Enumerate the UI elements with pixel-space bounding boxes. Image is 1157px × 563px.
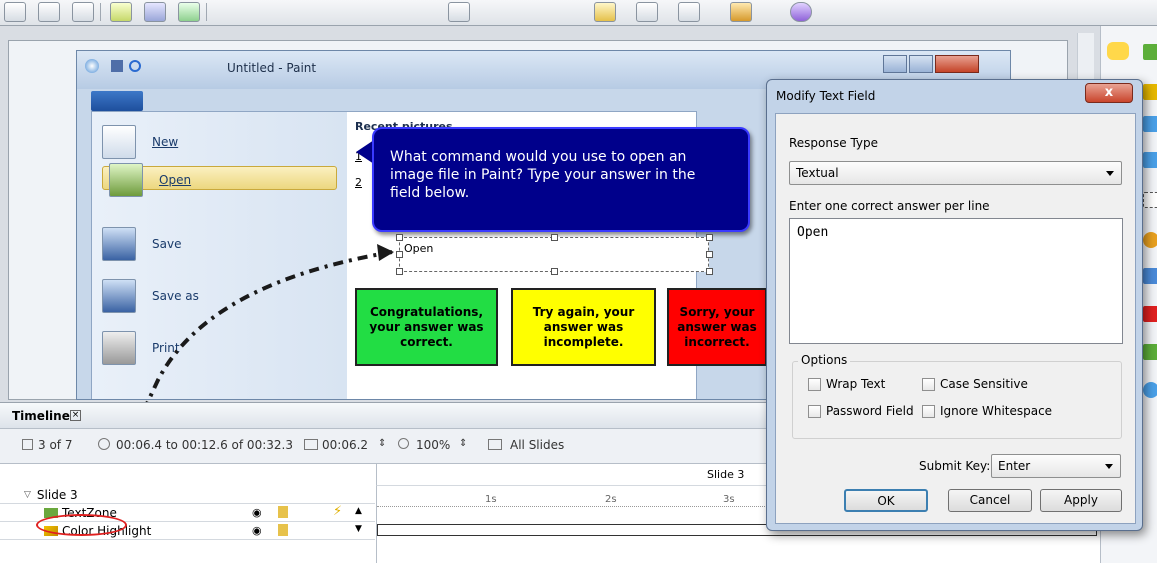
all-slides-toggle[interactable]: All Slides <box>510 438 564 452</box>
all-slides-icon <box>488 439 502 450</box>
modify-text-field-dialog: Modify Text Field x Response Type Textua… <box>766 79 1143 531</box>
slide-group-label: Slide 3 <box>36 487 78 502</box>
submit-key-label: Submit Key: <box>919 459 991 473</box>
eye-icon[interactable]: ◉ <box>252 524 262 537</box>
slide-lane-label: Slide 3 <box>707 468 745 481</box>
lines-icon[interactable] <box>1143 152 1157 168</box>
caption-icon[interactable] <box>1143 84 1157 100</box>
spinner-icon[interactable]: ⇕ <box>378 438 386 449</box>
options-group <box>792 361 1122 439</box>
checkbox-box[interactable] <box>922 377 935 391</box>
spinner-icon[interactable]: ⇕ <box>459 438 467 449</box>
selection-icon[interactable] <box>1143 192 1157 208</box>
chevron-down-icon <box>1106 171 1114 176</box>
ok-button[interactable]: OK <box>844 489 928 512</box>
lock-icon[interactable] <box>278 524 288 536</box>
apply-button[interactable]: Apply <box>1040 489 1122 512</box>
zoom-icon <box>398 438 409 449</box>
dialog-body: Response Type Textual Enter one correct … <box>775 113 1136 524</box>
checkbox-label: Ignore Whitespace <box>940 404 1053 418</box>
options-label: Options <box>798 353 851 367</box>
add-icon[interactable] <box>1143 44 1157 60</box>
password-field-checkbox[interactable]: Password Field <box>808 404 914 418</box>
wrap-text-checkbox[interactable]: Wrap Text <box>808 377 885 391</box>
eye-icon[interactable]: ◉ <box>252 506 262 519</box>
action-icon: ⚡ <box>333 504 343 519</box>
checkbox-label: Case Sensitive <box>940 377 1028 391</box>
checkbox-label: Password Field <box>826 404 914 418</box>
submit-key-value: Enter <box>998 459 1031 473</box>
ignore-whitespace-checkbox[interactable]: Ignore Whitespace <box>922 404 1052 418</box>
close-icon[interactable]: × <box>70 410 81 421</box>
text-entry-icon[interactable] <box>1143 344 1157 360</box>
checkbox-label: Wrap Text <box>826 377 886 391</box>
slide-position: 3 of 7 <box>38 438 73 452</box>
text-button-icon[interactable] <box>1143 306 1157 322</box>
response-type-label: Response Type <box>789 136 879 150</box>
slide-group-row[interactable]: ▽ Slide 3 <box>0 486 375 504</box>
zoom-level[interactable]: 100% <box>416 438 450 452</box>
arrow-head <box>377 244 394 261</box>
zoom-area-icon[interactable] <box>1143 268 1157 284</box>
checkbox-box[interactable] <box>808 377 821 391</box>
submit-key-select[interactable]: Enter <box>991 454 1121 478</box>
caption-icon[interactable] <box>1107 42 1129 60</box>
scroll-down-icon[interactable]: ▼ <box>355 524 362 534</box>
ruler-tick: 3s <box>723 494 735 505</box>
answers-label: Enter one correct answer per line <box>789 199 990 213</box>
duration[interactable]: 00:06.2 <box>322 438 368 452</box>
rollover-icon[interactable] <box>1143 232 1157 248</box>
highlight-ellipse <box>36 514 127 536</box>
help-icon[interactable] <box>1143 382 1157 398</box>
lock-icon[interactable] <box>278 506 288 518</box>
response-type-value: Textual <box>796 166 839 180</box>
clock-icon <box>98 438 110 450</box>
checkbox-box[interactable] <box>808 404 821 418</box>
answers-textarea[interactable]: Open <box>789 218 1123 344</box>
duration-icon <box>304 439 318 450</box>
case-sensitive-checkbox[interactable]: Case Sensitive <box>922 377 1028 391</box>
cancel-button[interactable]: Cancel <box>948 489 1032 512</box>
time-range: 00:06.4 to 00:12.6 of 00:32.3 <box>116 438 293 452</box>
timeline-title: Timeline <box>12 409 70 423</box>
audio-icon[interactable] <box>1143 116 1157 132</box>
collapse-icon[interactable]: ▽ <box>24 490 31 500</box>
close-button[interactable]: x <box>1085 83 1133 103</box>
scroll-up-icon[interactable]: ▲ <box>355 506 362 516</box>
response-type-select[interactable]: Textual <box>789 161 1122 185</box>
ruler-tick: 1s <box>485 494 497 505</box>
slide-icon <box>22 439 33 450</box>
checkbox-box[interactable] <box>922 404 935 418</box>
chevron-down-icon <box>1105 464 1113 469</box>
ruler-tick: 2s <box>605 494 617 505</box>
